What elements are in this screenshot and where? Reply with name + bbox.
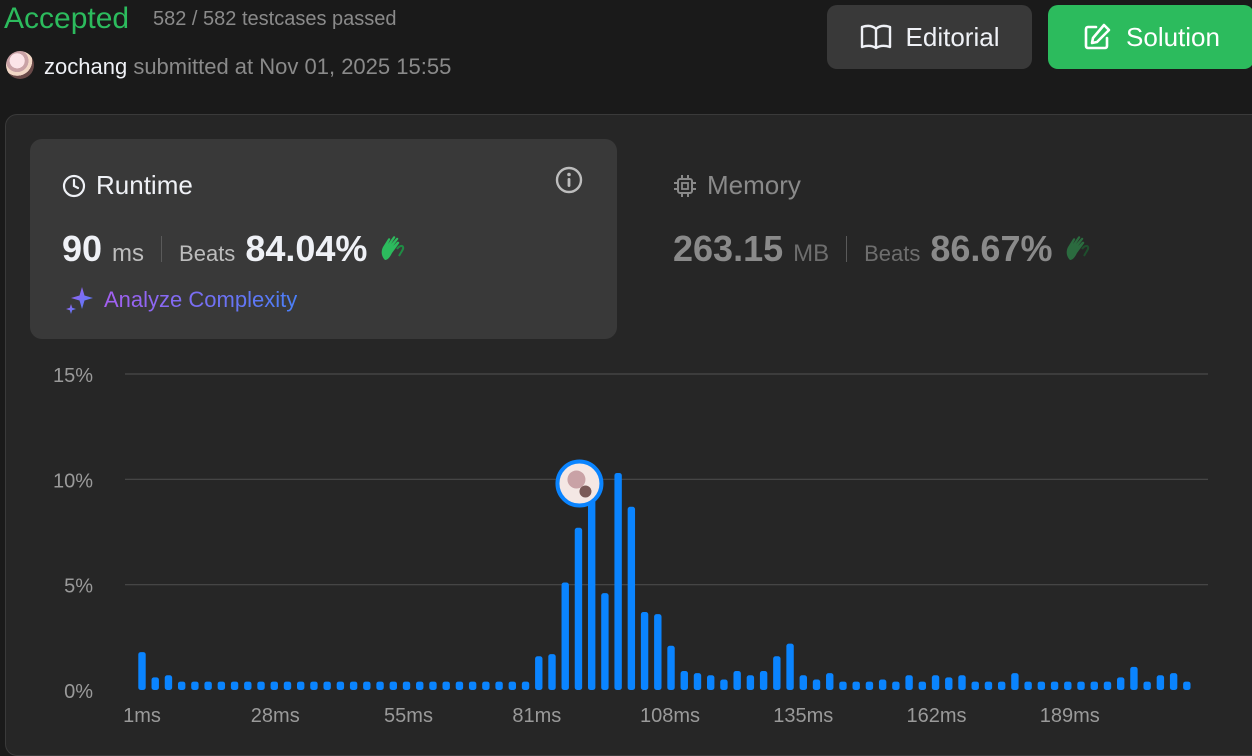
chart-bar[interactable] xyxy=(878,679,887,690)
chart-bar[interactable] xyxy=(667,645,675,690)
chart-bar[interactable] xyxy=(283,681,292,690)
chart-bar[interactable] xyxy=(217,681,226,690)
y-tick-label: 5% xyxy=(64,576,93,598)
y-tick-label: 10% xyxy=(53,470,93,492)
chart-bar[interactable] xyxy=(548,654,556,690)
x-tick-label: 55ms xyxy=(384,705,433,727)
chart-bar[interactable] xyxy=(204,681,212,690)
chart-bar[interactable] xyxy=(773,656,781,690)
chart-bar[interactable] xyxy=(482,681,490,690)
chart-bar[interactable] xyxy=(865,681,874,690)
chart-bar[interactable] xyxy=(416,681,424,690)
x-tick-label: 189ms xyxy=(1040,705,1100,727)
chart-bar[interactable] xyxy=(244,681,252,690)
chart-bar[interactable] xyxy=(680,671,688,690)
y-tick-label: 15% xyxy=(53,365,93,387)
chart-bar[interactable] xyxy=(1169,673,1178,690)
chart-bar[interactable] xyxy=(177,681,186,690)
chart-bar[interactable] xyxy=(310,681,318,690)
chart-bar[interactable] xyxy=(1037,681,1046,690)
marker-avatar-face xyxy=(567,470,586,489)
chart-bar[interactable] xyxy=(971,681,979,690)
chart-bar[interactable] xyxy=(1077,681,1085,690)
marker-avatar-detail xyxy=(579,485,592,498)
chart-bar[interactable] xyxy=(945,677,953,690)
chart-bar[interactable] xyxy=(1143,681,1151,690)
chart-bar[interactable] xyxy=(561,582,569,690)
chart-bar[interactable] xyxy=(323,681,331,690)
runtime-distribution-chart[interactable]: 0% 5% 10% 15% 1ms 28ms 55ms 81ms 108ms 135ms 162ms… xyxy=(0,0,1252,730)
chart-bar[interactable] xyxy=(984,681,993,690)
chart-bar[interactable] xyxy=(455,681,464,690)
chart-bar[interactable] xyxy=(230,681,239,690)
chart-bar[interactable] xyxy=(574,527,583,690)
chart-bar[interactable] xyxy=(1024,681,1032,690)
chart-bar[interactable] xyxy=(1156,675,1165,690)
chart-bar[interactable] xyxy=(614,473,622,690)
chart-bar[interactable] xyxy=(587,489,596,690)
chart-bar[interactable] xyxy=(918,681,927,690)
chart-bar[interactable] xyxy=(720,679,728,690)
x-tick-label: 108ms xyxy=(640,705,700,727)
chart-bar[interactable] xyxy=(1064,681,1072,690)
chart-bar[interactable] xyxy=(1103,681,1112,690)
chart-bar[interactable] xyxy=(707,675,715,690)
chart-bar[interactable] xyxy=(1050,681,1059,690)
chart-bar[interactable] xyxy=(627,506,636,690)
chart-bar[interactable] xyxy=(349,681,358,690)
chart-bar[interactable] xyxy=(138,652,146,690)
chart-bar[interactable] xyxy=(1090,681,1098,690)
x-tick-label: 162ms xyxy=(907,705,967,727)
chart-bar[interactable] xyxy=(892,681,900,690)
chart-bar[interactable] xyxy=(336,681,345,690)
x-tick-label: 1ms xyxy=(123,705,161,727)
chart-bar[interactable] xyxy=(786,643,794,690)
x-tick-label: 28ms xyxy=(251,705,300,727)
chart-bar[interactable] xyxy=(442,681,450,690)
chart-bar[interactable] xyxy=(270,681,278,690)
x-tick-label: 81ms xyxy=(512,705,561,727)
chart-bar[interactable] xyxy=(429,681,437,690)
chart-bar[interactable] xyxy=(654,614,662,690)
chart-bar[interactable] xyxy=(1011,673,1019,690)
y-tick-label: 0% xyxy=(64,681,93,703)
chart-bar[interactable] xyxy=(468,681,477,690)
chart-bar[interactable] xyxy=(839,681,847,690)
chart-bar[interactable] xyxy=(297,681,305,690)
chart-bar[interactable] xyxy=(402,681,411,690)
x-tick-label: 135ms xyxy=(773,705,833,727)
chart-bar[interactable] xyxy=(693,673,702,690)
chart-bar[interactable] xyxy=(601,593,609,690)
chart-bar[interactable] xyxy=(535,656,543,690)
chart-bar[interactable] xyxy=(905,675,913,690)
chart-bar[interactable] xyxy=(363,681,371,690)
chart-bar[interactable] xyxy=(495,681,503,690)
chart-bar[interactable] xyxy=(852,681,860,690)
chart-bar[interactable] xyxy=(931,675,940,690)
chart-bar[interactable] xyxy=(812,679,821,690)
chart-bar[interactable] xyxy=(508,681,517,690)
chart-bar[interactable] xyxy=(799,675,807,690)
chart-bar[interactable] xyxy=(521,681,530,690)
chart-bar[interactable] xyxy=(1117,677,1125,690)
user-submission-marker[interactable] xyxy=(555,459,604,508)
chart-bar[interactable] xyxy=(640,612,649,690)
chart-bar[interactable] xyxy=(376,681,384,690)
chart-bar[interactable] xyxy=(191,681,199,690)
chart-bar[interactable] xyxy=(826,673,834,690)
chart-bar[interactable] xyxy=(958,675,966,690)
chart-bar[interactable] xyxy=(151,677,159,690)
chart-bar[interactable] xyxy=(997,681,1006,690)
chart-bar[interactable] xyxy=(746,675,755,690)
chart-bar[interactable] xyxy=(389,681,397,690)
chart-bar[interactable] xyxy=(1130,666,1138,690)
chart-bar[interactable] xyxy=(759,671,768,690)
chart-bar[interactable] xyxy=(733,671,741,690)
chart-bar[interactable] xyxy=(164,675,173,690)
chart-bar[interactable] xyxy=(257,681,265,690)
chart-bar[interactable] xyxy=(1183,681,1191,690)
